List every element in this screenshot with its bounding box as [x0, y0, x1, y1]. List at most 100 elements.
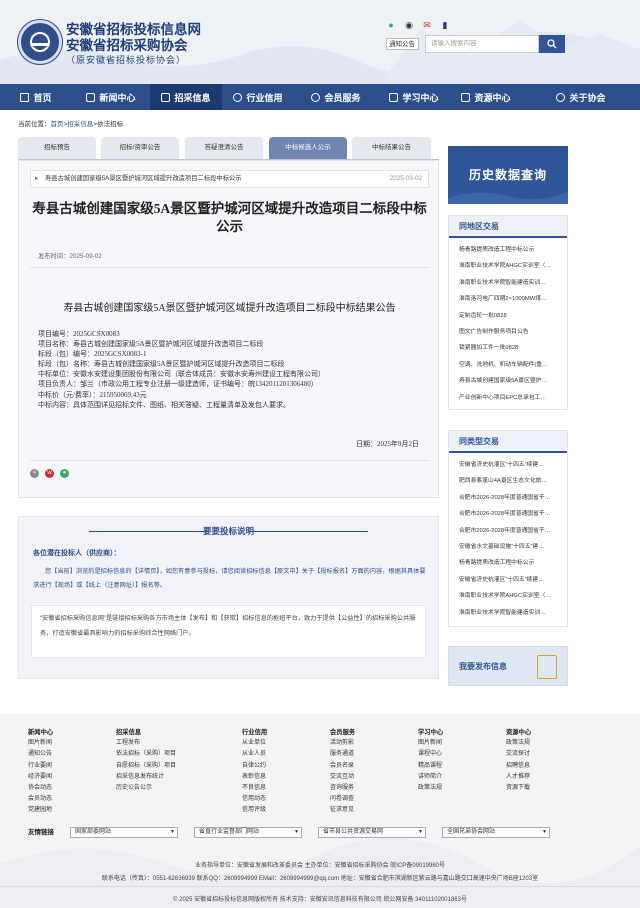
nav-label: 首页: [33, 92, 52, 103]
list-item[interactable]: 空调、洗地机、机动车辆配件(重…: [449, 357, 567, 373]
footer-link[interactable]: 讲师简介: [418, 772, 443, 783]
qq-icon[interactable]: ◉: [404, 20, 414, 30]
footer-link[interactable]: 工程发布: [116, 738, 176, 749]
search-category-select[interactable]: 通知公告: [386, 38, 419, 50]
nav-about[interactable]: 关于协会: [522, 84, 640, 110]
wechat-icon[interactable]: ●: [386, 20, 396, 30]
body-line: 项目名称：寿县古城创建国家级5A景区暨护城河区域提升改造项目二标段: [38, 340, 264, 349]
footer-link[interactable]: 从业人员: [242, 749, 267, 760]
footer-link[interactable]: 协会动态: [28, 783, 53, 794]
link-select-provincial[interactable]: 省直行业监督部门网站 ▼: [194, 827, 302, 838]
footer-link[interactable]: 咨询服务: [330, 783, 355, 794]
search-input[interactable]: 请输入搜索内容: [425, 35, 539, 53]
tips-title: 要要投标说明: [202, 526, 254, 536]
footer-link[interactable]: 自律公约: [242, 761, 267, 772]
list-item[interactable]: 定制齿轮一批0828: [449, 308, 567, 324]
list-item[interactable]: 安徽省济史杭灌区“十四五”续建…: [449, 572, 567, 588]
footer-link[interactable]: 人才推荐: [506, 772, 531, 783]
weibo-icon[interactable]: w: [45, 469, 54, 478]
list-item[interactable]: 淮南职业技术学院AHGC实训室（…: [449, 588, 567, 604]
link-select-associations[interactable]: 全国兄弟协会网站 ▼: [442, 827, 550, 838]
tab-bid-preview[interactable]: 招标预告: [18, 137, 96, 159]
footer-link[interactable]: 历史公告公示: [116, 783, 176, 794]
article-title: 寿县古城创建国家级5A景区暨护城河区域提升改造项目二标段中标 公示: [30, 200, 429, 236]
nav-procurement[interactable]: 招采信息: [150, 84, 222, 110]
list-item[interactable]: 合肥市2026-2028年度普通国省干…: [449, 506, 567, 522]
footer-link[interactable]: 精品课程: [418, 761, 443, 772]
footer-link[interactable]: 通知公告: [28, 749, 53, 760]
footer-link[interactable]: 招聘信息: [506, 761, 531, 772]
body-line: 中标内容：具体范围详见招标文件、图纸、相关答疑、工程量清单及发包人要求。: [38, 400, 290, 409]
share-icon[interactable]: <: [30, 469, 39, 478]
list-item[interactable]: 合肥市2026-2028年度普通国省干…: [449, 490, 567, 506]
breadcrumb-section[interactable]: 招采信息: [67, 121, 93, 128]
footer-link[interactable]: 表彰信息: [242, 772, 267, 783]
link-select-trading[interactable]: 省市县公共资源交易网 ▼: [318, 827, 426, 838]
list-item[interactable]: 寿县古城创建国家级5A景区暨护…: [449, 373, 567, 389]
document-icon: [537, 655, 557, 679]
footer-link[interactable]: 信用评级: [242, 805, 267, 816]
list-item[interactable]: 杨青路提质改造工程中标公示: [449, 242, 567, 258]
footer-link[interactable]: 资源下载: [506, 783, 531, 794]
link-select-ministries[interactable]: 国家部委网站 ▼: [70, 827, 178, 838]
article-crumb-bar: ▸ 寿县古城创建国家级5A景区暨护城河区域提升改造项目二标段中标公示 2025-…: [30, 170, 429, 188]
footer-link[interactable]: 不良信息: [242, 783, 267, 794]
footer-copyright-line: © 2025 安徽省招标投标信息网版权所有 技术支持：安徽安讯信息科技有限公司 …: [173, 897, 467, 903]
wechat-share-icon[interactable]: ●: [60, 469, 69, 478]
history-query-banner[interactable]: 历史数据查询: [448, 146, 568, 204]
tab-candidates[interactable]: 中标候选人公示: [269, 137, 347, 159]
list-item[interactable]: 杨青路提质改造工程中标公示: [449, 555, 567, 571]
list-item[interactable]: 淮南职业技术学院AHGC实训室（…: [449, 258, 567, 274]
footer-link[interactable]: 服务通道: [330, 749, 355, 760]
nav-news[interactable]: 新闻中心: [72, 84, 150, 110]
list-item[interactable]: 淮南职业技术学院智能建造实训…: [449, 605, 567, 621]
mail-icon[interactable]: ✉: [422, 20, 432, 30]
nav-home[interactable]: 首页: [0, 84, 72, 110]
footer-link[interactable]: 会员名录: [330, 761, 355, 772]
footer-link[interactable]: 政策法规: [418, 783, 443, 794]
footer-link[interactable]: 问卷调查: [330, 794, 355, 805]
footer-link[interactable]: 征求意见: [330, 805, 355, 816]
list-item[interactable]: 锁紧器加工件一批0828: [449, 340, 567, 356]
chevron-down-icon: ▼: [170, 829, 175, 835]
footer-link[interactable]: 招采信息发布统计: [116, 772, 176, 783]
footer-link[interactable]: 图片新闻: [418, 738, 443, 749]
breadcrumb-home[interactable]: 首页: [51, 121, 64, 128]
footer-link[interactable]: 党建园地: [28, 805, 53, 816]
nav-label: 资源中心: [474, 92, 511, 103]
list-item[interactable]: 图文广告制作服务项目公告: [449, 324, 567, 340]
footer-col-head: 会员服务: [330, 729, 356, 736]
footer-link[interactable]: 政策法规: [506, 738, 531, 749]
footer-link[interactable]: 自愿招标（采购）项目: [116, 761, 176, 772]
nav-learning[interactable]: 学习中心: [378, 84, 450, 110]
footer-link[interactable]: 课程中心: [418, 749, 443, 760]
tab-results[interactable]: 中标结果公告: [352, 137, 431, 159]
footer-link[interactable]: 会员动态: [28, 794, 53, 805]
footer-link[interactable]: 依法招标（采购）项目: [116, 749, 176, 760]
list-item[interactable]: 淮南洛河电厂四期2×1000MW煤…: [449, 291, 567, 307]
list-item[interactable]: 肥西县紫蓬山4A景区生态文化旅…: [449, 473, 567, 489]
publish-info-button[interactable]: 我要发布信息: [448, 646, 568, 686]
footer-link[interactable]: 交流探讨: [506, 749, 531, 760]
nav-credit[interactable]: 行业信用: [222, 84, 294, 110]
list-item[interactable]: 安徽省水文基础设施“十四五”建…: [449, 539, 567, 555]
footer-link[interactable]: 经济要闻: [28, 772, 53, 783]
nav-resources[interactable]: 资源中心: [450, 84, 522, 110]
list-item[interactable]: 淮南职业技术学院智能建造实训…: [449, 275, 567, 291]
footer-col-resources: 资源中心 政策法规 交流探讨 招聘信息 人才推荐 资源下载: [506, 727, 531, 794]
list-item[interactable]: 产业创新中心项目EPC总承包工…: [449, 390, 567, 406]
tab-clarification[interactable]: 答疑澄清公告: [185, 137, 263, 159]
footer-link[interactable]: 交流互动: [330, 772, 355, 783]
list-item[interactable]: 安徽省济史杭灌区“十四五”续建…: [449, 457, 567, 473]
search-button[interactable]: [539, 35, 565, 53]
association-logo[interactable]: [18, 20, 62, 64]
footer-link[interactable]: 行业要闻: [28, 761, 53, 772]
nav-member[interactable]: 会员服务: [294, 84, 378, 110]
footer-link[interactable]: 图片新闻: [28, 738, 53, 749]
list-item[interactable]: 合肥市2026-2028年度普通国省干…: [449, 523, 567, 539]
footer-link[interactable]: 从业单位: [242, 738, 267, 749]
tab-bid-notice[interactable]: 招标/资审公告: [101, 137, 179, 159]
footer-link[interactable]: 信用动态: [242, 794, 267, 805]
phone-icon[interactable]: ▮: [440, 20, 450, 30]
footer-link[interactable]: 活动剪影: [330, 738, 355, 749]
